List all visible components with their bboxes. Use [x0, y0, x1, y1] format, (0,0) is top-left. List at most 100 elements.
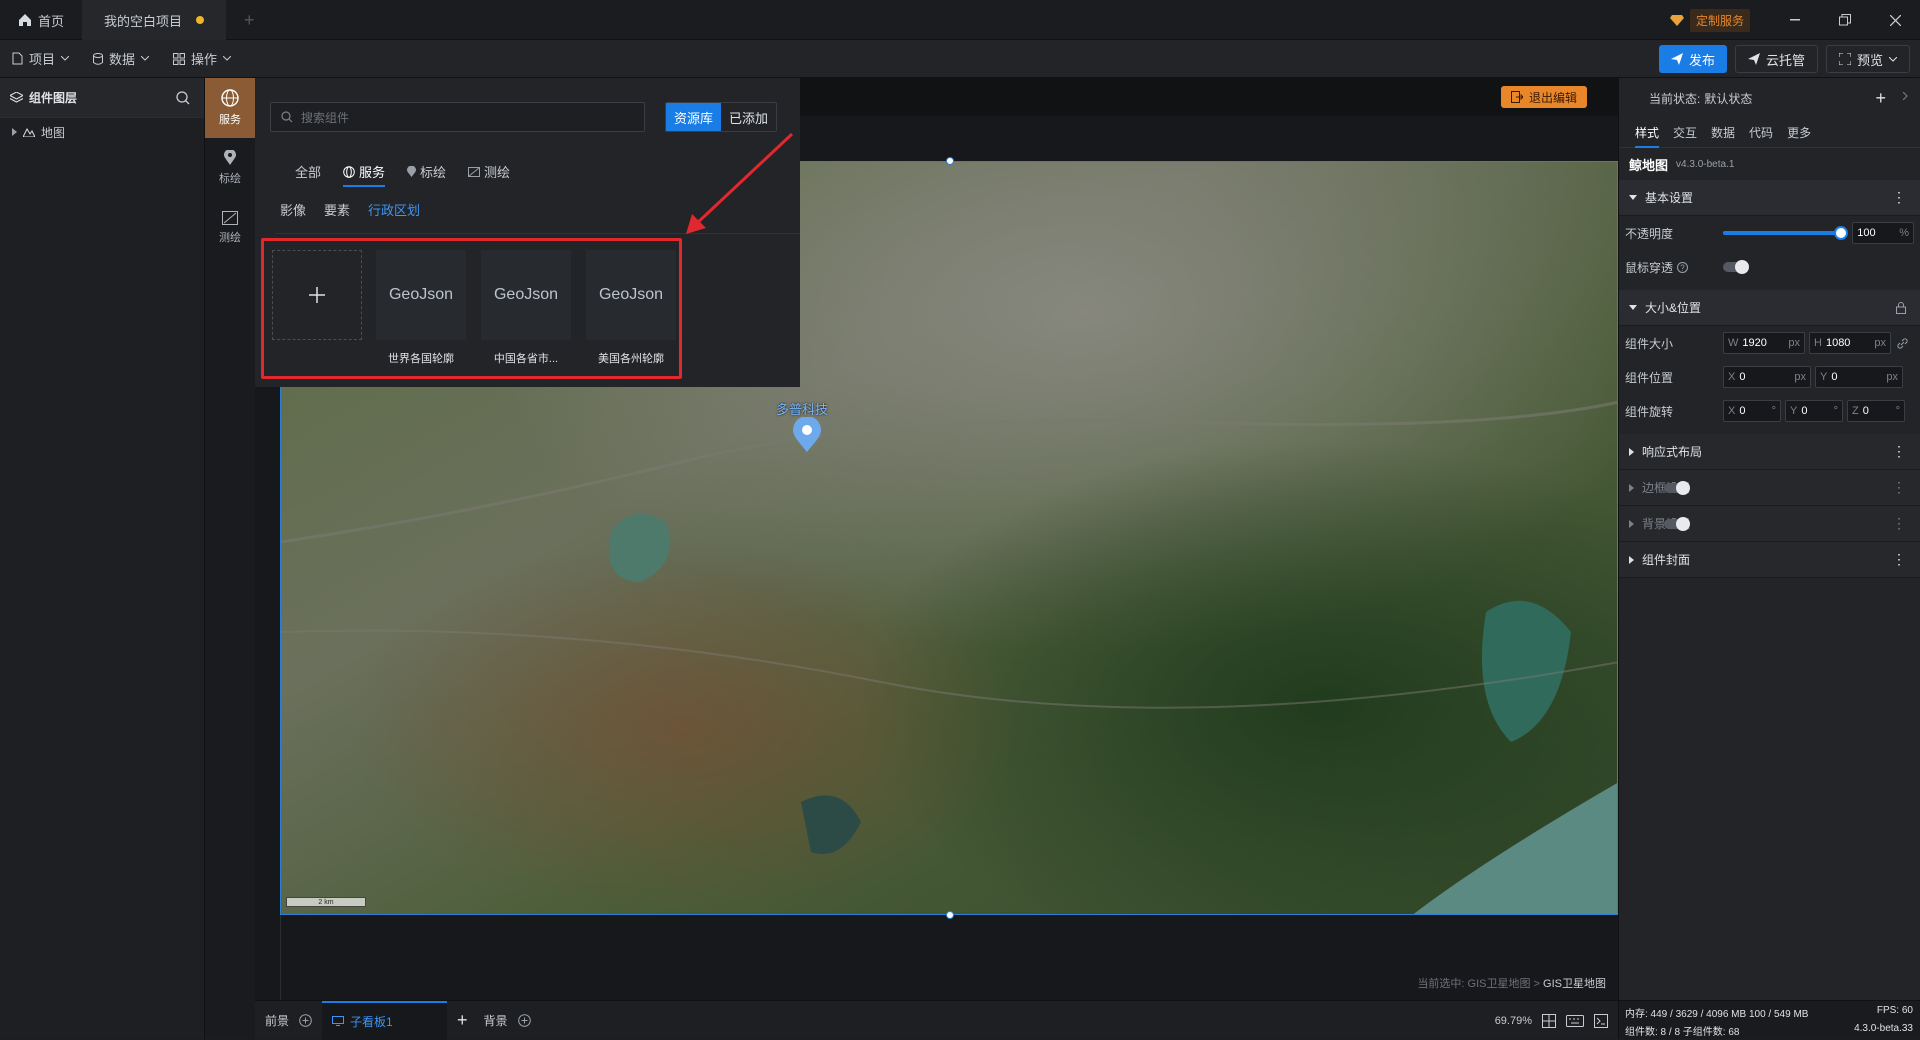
pos-x-value: 0	[1739, 371, 1746, 383]
opacity-input[interactable]: 100 %	[1852, 222, 1915, 244]
add-state-icon[interactable]: +	[1875, 88, 1886, 109]
border-toggle[interactable]	[1664, 480, 1691, 495]
tab-interaction[interactable]: 交互	[1673, 124, 1697, 141]
more-vertical-icon[interactable]: ⋮	[1892, 189, 1906, 206]
tab-more[interactable]: 更多	[1787, 124, 1811, 141]
category-all[interactable]: 全部	[295, 162, 321, 181]
tab-resource-library[interactable]: 资源库	[666, 103, 722, 131]
section-background-settings[interactable]: 背景设置 ⋮	[1619, 506, 1920, 542]
background-toggle[interactable]	[1664, 516, 1691, 531]
more-vertical-icon[interactable]: ⋮	[1892, 515, 1906, 532]
tab-foreground[interactable]: 前景	[255, 1001, 322, 1040]
subcategory-features[interactable]: 要素	[324, 200, 350, 219]
tab-subboard-1[interactable]: 子看板1	[322, 1000, 448, 1040]
section-size-position[interactable]: 大小&位置	[1619, 290, 1920, 326]
help-icon[interactable]: ?	[1677, 261, 1689, 273]
component-search-input[interactable]: 搜索组件	[270, 102, 645, 132]
position-row: 组件位置 X 0 px Y 0 px	[1619, 360, 1920, 394]
tab-code[interactable]: 代码	[1749, 124, 1773, 141]
chevron-right-icon[interactable]	[1903, 92, 1908, 100]
pos-y-input[interactable]: Y 0 px	[1815, 366, 1903, 388]
height-value: 1080	[1825, 337, 1851, 349]
pos-y-value: 0	[1831, 371, 1838, 383]
caret-right-icon	[1629, 555, 1634, 564]
exit-edit-button[interactable]: 退出编辑	[1501, 86, 1588, 108]
size-label: 组件大小	[1625, 336, 1674, 351]
layer-item-map[interactable]: 地图	[0, 118, 204, 146]
new-tab-button[interactable]: +	[226, 0, 273, 40]
restore-icon	[1839, 14, 1851, 26]
tab-label: 前景	[265, 1013, 290, 1028]
y-label: Y	[1790, 405, 1798, 417]
section-responsive-layout[interactable]: 响应式布局 ⋮	[1619, 434, 1920, 470]
unit-label: px	[1874, 337, 1886, 349]
add-circle-icon[interactable]	[299, 1013, 312, 1027]
state-value[interactable]: 默认状态	[1704, 90, 1752, 107]
height-input[interactable]: H 1080 px	[1809, 332, 1891, 354]
more-vertical-icon[interactable]: ⋮	[1892, 479, 1906, 496]
tab-project[interactable]: 我的空白项目	[82, 0, 227, 40]
menu-operation[interactable]: 操作	[161, 40, 243, 78]
section-basic-settings[interactable]: 基本设置 ⋮	[1619, 180, 1920, 216]
zoom-level[interactable]: 69.79%	[1495, 1015, 1532, 1027]
tab-style[interactable]: 样式	[1635, 124, 1660, 148]
tab-background[interactable]: 背景	[478, 1001, 537, 1040]
tab-home[interactable]: 首页	[0, 0, 82, 40]
section-title: 组件封面	[1642, 553, 1691, 567]
category-survey[interactable]: 测绘	[468, 162, 510, 181]
custom-service-button[interactable]: 定制服务	[1669, 8, 1750, 32]
cloud-hosting-button[interactable]: 云托管	[1734, 45, 1818, 73]
subcategory-imagery[interactable]: 影像	[280, 200, 306, 219]
rot-x-input[interactable]: X 0 °	[1723, 400, 1781, 422]
subcategory-admin-division[interactable]: 行政区划	[368, 200, 420, 219]
add-board-button[interactable]: +	[447, 1001, 478, 1040]
close-button[interactable]	[1870, 0, 1920, 40]
minimize-button[interactable]	[1770, 0, 1820, 40]
category-label: 服务	[359, 165, 386, 180]
component-count: 组件数: 8 / 8 子组件数: 68	[1625, 1027, 1740, 1038]
section-border-settings[interactable]: 边框设置 ⋮	[1619, 470, 1920, 506]
menu-data[interactable]: 数据	[81, 40, 161, 78]
diamond-icon	[1669, 14, 1684, 26]
rot-y-input[interactable]: Y 0 °	[1785, 400, 1843, 422]
rail-item-service[interactable]: 服务	[205, 78, 255, 138]
rail-item-mark[interactable]: 标绘	[205, 138, 255, 198]
state-label: 当前状态:	[1649, 91, 1701, 106]
category-service[interactable]: 服务	[343, 162, 386, 187]
h-label: H	[1814, 337, 1822, 349]
resize-handle-top[interactable]	[946, 157, 954, 165]
home-icon	[18, 13, 32, 27]
rail-item-survey[interactable]: 测绘	[205, 198, 255, 258]
restore-button[interactable]	[1820, 0, 1870, 40]
add-circle-icon[interactable]	[517, 1013, 531, 1027]
pos-x-input[interactable]: X 0 px	[1723, 366, 1811, 388]
opacity-slider-handle[interactable]	[1833, 226, 1848, 240]
breadcrumb-current: GIS卫星地图	[1543, 978, 1606, 990]
preview-button[interactable]: 预览	[1825, 45, 1910, 73]
resize-handle-bottom[interactable]	[946, 911, 954, 919]
caret-right-icon	[1629, 519, 1634, 528]
tab-added[interactable]: 已添加	[721, 103, 776, 131]
fit-screen-icon[interactable]	[1542, 1013, 1556, 1028]
lock-icon[interactable]	[1896, 301, 1906, 314]
section-component-cover[interactable]: 组件封面 ⋮	[1619, 542, 1920, 578]
opacity-slider[interactable]	[1722, 226, 1848, 240]
more-vertical-icon[interactable]: ⋮	[1892, 443, 1906, 460]
link-icon[interactable]	[1897, 337, 1908, 349]
category-mark[interactable]: 标绘	[407, 162, 446, 181]
fps-status: FPS: 60	[1876, 1005, 1913, 1016]
terminal-icon[interactable]	[1594, 1013, 1608, 1028]
keyboard-icon[interactable]	[1566, 1014, 1584, 1027]
location-pin-icon[interactable]	[792, 417, 822, 453]
rot-z-input[interactable]: Z 0 °	[1847, 400, 1905, 422]
layer-panel-title: 组件图层	[29, 91, 78, 105]
rot-x-value: 0	[1739, 405, 1746, 417]
mouse-through-toggle[interactable]	[1723, 260, 1749, 274]
annotation-arrow-icon	[686, 132, 794, 234]
tab-data[interactable]: 数据	[1711, 124, 1735, 141]
menu-project[interactable]: 项目	[0, 40, 81, 78]
search-icon[interactable]	[176, 91, 190, 105]
width-input[interactable]: W 1920 px	[1723, 332, 1805, 354]
publish-button[interactable]: 发布	[1658, 45, 1727, 73]
more-vertical-icon[interactable]: ⋮	[1892, 551, 1906, 568]
